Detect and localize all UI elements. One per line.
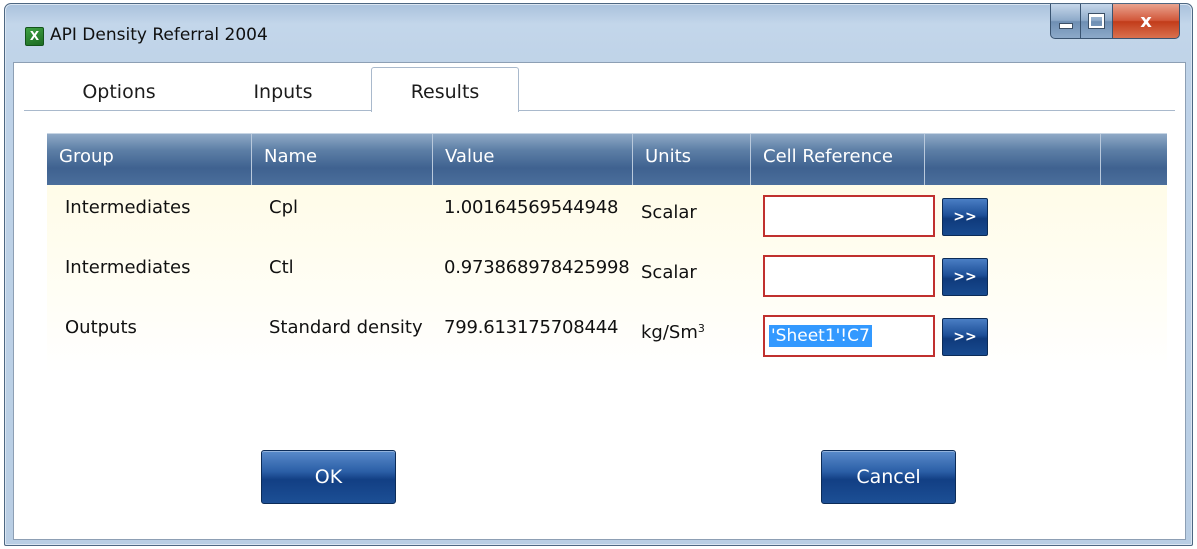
dialog-client-area: Options Inputs Results Group Name Value … xyxy=(13,62,1186,540)
column-header-name[interactable]: Name xyxy=(252,134,433,185)
cell-value: 799.613175708444 xyxy=(444,317,619,338)
cell-units: kg/Sm3 xyxy=(641,322,705,343)
tab-divider xyxy=(24,110,1175,111)
column-header-filler xyxy=(1101,134,1167,185)
ok-button[interactable]: OK xyxy=(261,450,396,504)
close-icon: x xyxy=(1140,10,1152,32)
caption-buttons: x xyxy=(1050,4,1180,39)
cancel-button[interactable]: Cancel xyxy=(821,450,956,504)
cell-reference-input[interactable] xyxy=(763,195,935,237)
close-button[interactable]: x xyxy=(1113,4,1180,39)
cell-name: Standard density xyxy=(269,317,423,338)
tab-inputs[interactable]: Inputs xyxy=(218,75,348,109)
cell-picker-button[interactable]: >> xyxy=(942,318,988,356)
column-header-blank xyxy=(925,134,1101,185)
cell-group: Outputs xyxy=(65,317,137,338)
units-text: kg/Sm xyxy=(641,322,698,343)
column-header-cell-reference[interactable]: Cell Reference xyxy=(751,134,925,185)
results-grid: Group Name Value Units Cell Reference In… xyxy=(47,133,1167,373)
table-row[interactable]: Intermediates Cpl 1.00164569544948 Scala… xyxy=(47,185,1167,245)
column-header-units[interactable]: Units xyxy=(633,134,751,185)
selected-reference-text: 'Sheet1'!C7 xyxy=(769,325,872,347)
excel-app-icon: X xyxy=(25,27,44,46)
cell-reference-input[interactable]: 'Sheet1'!C7 xyxy=(763,315,935,357)
tab-results[interactable]: Results xyxy=(371,67,519,112)
minimize-button[interactable] xyxy=(1050,4,1081,39)
cell-name: Ctl xyxy=(269,257,294,278)
cell-reference-input[interactable] xyxy=(763,255,935,297)
cell-value: 0.973868978425998 xyxy=(444,257,630,278)
tab-options[interactable]: Options xyxy=(54,75,184,109)
minimize-icon xyxy=(1058,23,1073,29)
title-bar[interactable]: X API Density Referral 2004 x xyxy=(5,4,1192,62)
column-header-group[interactable]: Group xyxy=(47,134,252,185)
maximize-button[interactable] xyxy=(1081,4,1113,39)
maximize-icon xyxy=(1089,14,1104,28)
cell-value: 1.00164569544948 xyxy=(444,197,619,218)
window-title: API Density Referral 2004 xyxy=(50,25,268,45)
column-header-value[interactable]: Value xyxy=(433,134,633,185)
dialog-window: X API Density Referral 2004 x Options In… xyxy=(4,3,1193,546)
table-row[interactable]: Intermediates Ctl 0.973868978425998 Scal… xyxy=(47,245,1167,305)
cell-group: Intermediates xyxy=(65,197,191,218)
cell-group: Intermediates xyxy=(65,257,191,278)
grid-header: Group Name Value Units Cell Reference xyxy=(47,133,1167,185)
cell-picker-button[interactable]: >> xyxy=(942,258,988,296)
table-row[interactable]: Outputs Standard density 799.61317570844… xyxy=(47,305,1167,365)
cell-units: Scalar xyxy=(641,202,697,223)
cell-picker-button[interactable]: >> xyxy=(942,198,988,236)
cell-units: Scalar xyxy=(641,262,697,283)
cell-name: Cpl xyxy=(269,197,298,218)
units-superscript: 3 xyxy=(697,322,705,335)
tab-strip: Options Inputs Results xyxy=(14,63,1185,112)
